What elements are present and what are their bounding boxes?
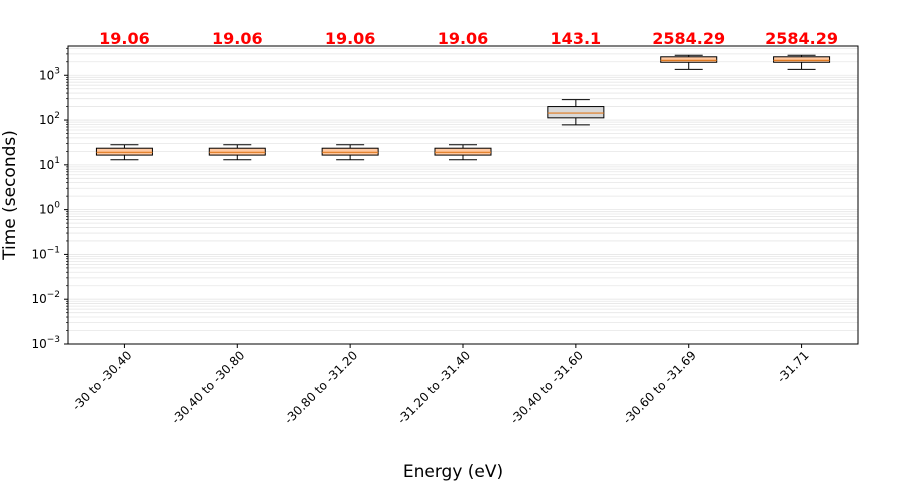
y-tick-label: 100 — [39, 201, 60, 217]
y-tick-label-base: 10 — [39, 203, 54, 217]
x-axis-ticks: -30 to -30.40 -30.40 to -30.80 -30.80 to -… — [70, 344, 812, 427]
boxes-layer — [95, 54, 831, 161]
x-tick-label: -31.71 — [774, 348, 811, 385]
data-label: 2584.29 — [765, 29, 838, 48]
x-tick-label: -30.80 to -31.20 — [282, 348, 361, 427]
x-tick-label: -30.40 to -31.60 — [507, 348, 586, 427]
grid-lines — [68, 47, 858, 345]
data-label: 143.1 — [551, 29, 602, 48]
y-tick-label-exponent: 3 — [54, 66, 60, 76]
box-body — [660, 56, 718, 63]
y-tick-label: 103 — [39, 66, 60, 82]
y-tick-label-exponent: −2 — [47, 290, 60, 300]
y-axis-title: Time (seconds) — [0, 130, 20, 261]
y-tick-label-exponent: 2 — [54, 111, 60, 121]
y-tick-label-exponent: 0 — [54, 201, 60, 211]
box-1 — [95, 144, 153, 161]
data-labels-layer: 19.06 19.06 19.06 19.06 143.1 2584.29 2584.29 — [99, 29, 838, 48]
y-tick-label-exponent: 1 — [54, 156, 60, 166]
y-tick-label-base: 10 — [39, 68, 54, 82]
y-tick-label-base: 10 — [31, 292, 46, 306]
box-5 — [547, 99, 605, 126]
y-tick-label-exponent: −1 — [47, 245, 60, 255]
box-body — [773, 56, 831, 63]
x-tick-label: -31.20 to -31.40 — [395, 348, 474, 427]
box-body — [95, 147, 153, 156]
box-body — [321, 147, 379, 156]
y-axis-ticks: 10−310−210−1100101102103 — [31, 47, 68, 351]
data-label: 19.06 — [99, 29, 150, 48]
y-tick-label: 102 — [39, 111, 60, 127]
data-label: 19.06 — [212, 29, 263, 48]
y-tick-label-base: 10 — [31, 337, 46, 351]
y-tick-label-base: 10 — [31, 247, 46, 261]
box-body — [547, 106, 605, 119]
data-label: 2584.29 — [652, 29, 725, 48]
y-tick-label-base: 10 — [39, 158, 54, 172]
y-tick-label: 101 — [39, 156, 60, 172]
box-6 — [660, 54, 718, 70]
box-3 — [321, 144, 379, 161]
x-tick-label: -30 to -30.40 — [70, 348, 135, 413]
x-axis-title: Energy (eV) — [403, 462, 503, 482]
y-tick-label-base: 10 — [39, 113, 54, 127]
y-tick-label-exponent: −3 — [47, 335, 60, 345]
y-tick-label: 10−2 — [31, 290, 60, 306]
box-plot-chart: 10−310−210−1100101102103 -30 to -30.40 -3… — [0, 29, 859, 482]
y-tick-label: 10−1 — [31, 245, 60, 261]
x-tick-label: -30.60 to -31.69 — [620, 348, 699, 427]
box-7 — [773, 54, 831, 70]
box-2 — [208, 144, 266, 161]
box-body — [208, 147, 266, 156]
box-body — [434, 147, 492, 156]
x-tick-label: -30.40 to -30.80 — [169, 348, 248, 427]
y-tick-label: 10−3 — [31, 335, 60, 351]
data-label: 19.06 — [438, 29, 489, 48]
box-4 — [434, 144, 492, 161]
data-label: 19.06 — [325, 29, 376, 48]
